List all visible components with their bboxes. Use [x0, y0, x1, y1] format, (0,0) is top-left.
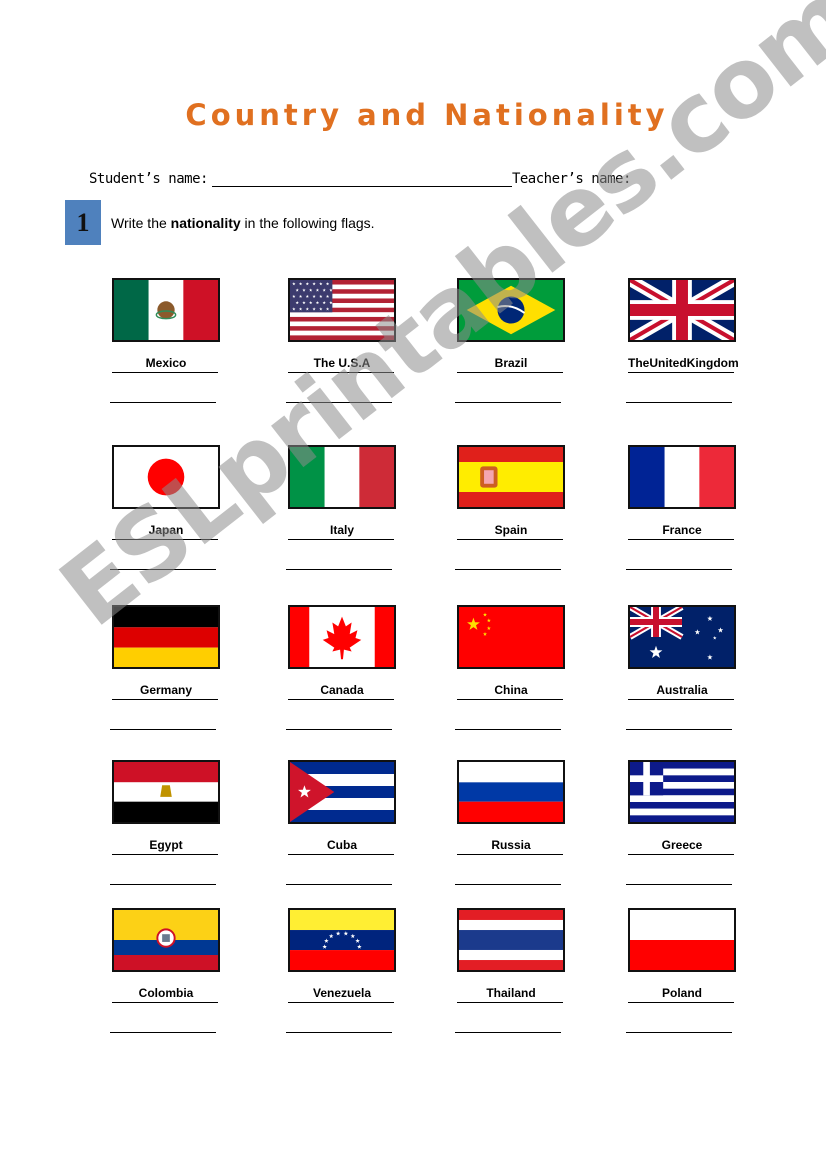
colombia-flag-icon [112, 908, 220, 972]
country-underline [288, 372, 394, 373]
nationality-answer-field[interactable] [455, 884, 561, 885]
spain-flag-icon [457, 445, 565, 509]
country-underline [628, 699, 734, 700]
country-name: Italy [329, 523, 354, 537]
nationality-answer-field[interactable] [626, 729, 732, 730]
country-name: Greece [661, 838, 703, 852]
france-flag-icon [628, 445, 736, 509]
country-underline [628, 372, 734, 373]
poland-flag-icon [628, 908, 736, 972]
name-fields: Student’s name: Teacher’s name: [89, 170, 631, 187]
country-underline [288, 1002, 394, 1003]
country-name: The U.S.A [313, 356, 371, 370]
cuba-flag-icon [288, 760, 396, 824]
country-underline [457, 372, 563, 373]
country-name: Brazil [494, 356, 528, 370]
nationality-answer-field[interactable] [286, 884, 392, 885]
australia-flag-icon [628, 605, 736, 669]
canada-flag-icon [288, 605, 396, 669]
teacher-name-label: Teacher’s name: [511, 171, 631, 187]
usa-flag-icon [288, 278, 396, 342]
country-underline [112, 1002, 218, 1003]
mexico-flag-icon [112, 278, 220, 342]
nationality-answer-field[interactable] [286, 569, 392, 570]
nationality-answer-field[interactable] [110, 729, 216, 730]
nationality-answer-field[interactable] [110, 402, 216, 403]
russia-flag-icon [457, 760, 565, 824]
country-underline [288, 699, 394, 700]
country-underline [628, 539, 734, 540]
nationality-answer-field[interactable] [110, 1032, 216, 1033]
exercise-number-badge: 1 [65, 200, 101, 245]
country-underline [457, 1002, 563, 1003]
instruction-text: Write the [111, 215, 171, 231]
nationality-answer-field[interactable] [455, 402, 561, 403]
country-name: TheUnitedKingdom [628, 356, 739, 370]
country-name: Australia [656, 683, 708, 697]
country-name: Thailand [486, 986, 536, 1000]
country-name: Canada [320, 683, 364, 697]
instruction-keyword: nationality [170, 215, 241, 231]
brazil-flag-icon [457, 278, 565, 342]
country-name: Venezuela [312, 986, 372, 1000]
greece-flag-icon [628, 760, 736, 824]
nationality-answer-field[interactable] [110, 569, 216, 570]
country-name: Russia [491, 838, 531, 852]
country-name: Colombia [138, 986, 194, 1000]
nationality-answer-field[interactable] [455, 569, 561, 570]
country-underline [288, 539, 394, 540]
japan-flag-icon [112, 445, 220, 509]
country-underline [112, 372, 218, 373]
nationality-answer-field[interactable] [626, 569, 732, 570]
country-name: Egypt [149, 838, 183, 852]
student-name-label: Student’s name: [89, 171, 208, 187]
germany-flag-icon [112, 605, 220, 669]
country-underline [457, 539, 563, 540]
country-name: Spain [494, 523, 528, 537]
venezuela-flag-icon [288, 908, 396, 972]
country-name: Japan [148, 523, 184, 537]
nationality-answer-field[interactable] [626, 884, 732, 885]
country-name: Cuba [327, 838, 357, 852]
exercise-instruction: Write the nationality in the following f… [111, 215, 375, 231]
country-name: Germany [139, 683, 193, 697]
country-underline [457, 854, 563, 855]
uk-flag-icon [628, 278, 736, 342]
nationality-answer-field[interactable] [626, 402, 732, 403]
country-underline [457, 699, 563, 700]
country-underline [112, 539, 218, 540]
country-underline [628, 1002, 734, 1003]
country-underline [112, 699, 218, 700]
nationality-answer-field[interactable] [626, 1032, 732, 1033]
instruction-text-end: in the following flags. [240, 215, 375, 231]
nationality-answer-field[interactable] [286, 1032, 392, 1033]
student-name-field[interactable] [211, 170, 512, 187]
nationality-answer-field[interactable] [455, 1032, 561, 1033]
italy-flag-icon [288, 445, 396, 509]
country-underline [112, 854, 218, 855]
country-name: China [494, 683, 528, 697]
nationality-answer-field[interactable] [110, 884, 216, 885]
country-underline [628, 854, 734, 855]
china-flag-icon [457, 605, 565, 669]
thailand-flag-icon [457, 908, 565, 972]
worksheet-title: Country and Nationality [185, 98, 669, 132]
nationality-answer-field[interactable] [286, 729, 392, 730]
nationality-answer-field[interactable] [286, 402, 392, 403]
country-underline [288, 854, 394, 855]
nationality-answer-field[interactable] [455, 729, 561, 730]
country-name: France [662, 523, 702, 537]
egypt-flag-icon [112, 760, 220, 824]
country-name: Mexico [145, 356, 187, 370]
country-name: Poland [661, 986, 702, 1000]
